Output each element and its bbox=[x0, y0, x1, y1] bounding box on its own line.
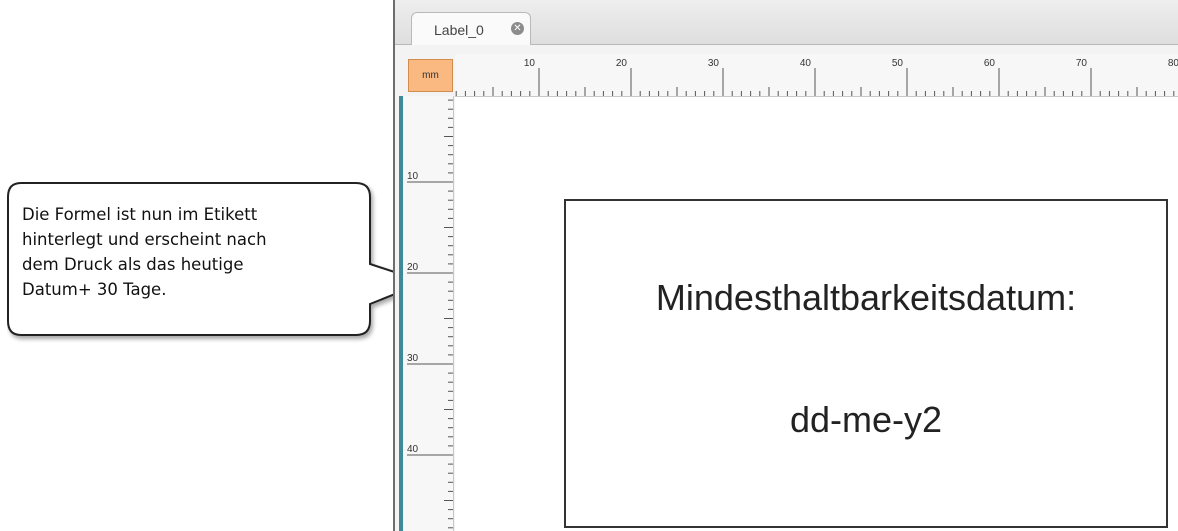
callout-bubble: Die Formel ist nun im Etikett hinterlegt… bbox=[7, 182, 428, 342]
label-preview[interactable]: Mindesthaltbarkeitsdatum: dd-me-y2 bbox=[564, 199, 1168, 528]
horizontal-ruler: 10 20 30 40 50 60 70 80 bbox=[455, 54, 1178, 97]
ruler-label: 10 bbox=[407, 171, 419, 182]
label-date-formula[interactable]: dd-me-y2 bbox=[566, 399, 1166, 441]
label-canvas[interactable]: Mindesthaltbarkeitsdatum: dd-me-y2 bbox=[455, 97, 1178, 531]
ruler-label: 40 bbox=[407, 444, 419, 455]
ruler-label: 70 bbox=[1076, 58, 1088, 69]
tab-label-0[interactable]: Label_0 ✕ bbox=[411, 12, 531, 45]
close-icon[interactable]: ✕ bbox=[511, 22, 524, 35]
ruler-label: 30 bbox=[407, 353, 419, 364]
tab-label: Label_0 bbox=[434, 22, 484, 38]
label-title-text[interactable]: Mindesthaltbarkeitsdatum: bbox=[566, 277, 1166, 319]
horizontal-ruler-ticks: 10 20 30 40 50 60 70 80 bbox=[455, 58, 1178, 96]
ruler-label: 30 bbox=[708, 58, 720, 69]
ruler-label: 20 bbox=[407, 262, 419, 273]
label-designer-window: Label_0 ✕ mm 10 20 30 40 50 60 70 80 10 20 30 40 M… bbox=[393, 0, 1178, 531]
ruler-label: 80 bbox=[1168, 58, 1178, 69]
callout-text: Die Formel ist nun im Etikett hinterlegt… bbox=[22, 205, 267, 299]
ruler-label: 10 bbox=[524, 58, 536, 69]
tab-bar: Label_0 ✕ bbox=[395, 0, 1178, 45]
unit-selector-button[interactable]: mm bbox=[408, 59, 453, 92]
vertical-ruler-ticks: 10 20 30 40 bbox=[407, 99, 453, 529]
ruler-label: 20 bbox=[616, 58, 628, 69]
ruler-label: 60 bbox=[984, 58, 996, 69]
ruler-label: 50 bbox=[892, 58, 904, 69]
vertical-ruler: 10 20 30 40 bbox=[399, 96, 454, 531]
ruler-label: 40 bbox=[800, 58, 812, 69]
